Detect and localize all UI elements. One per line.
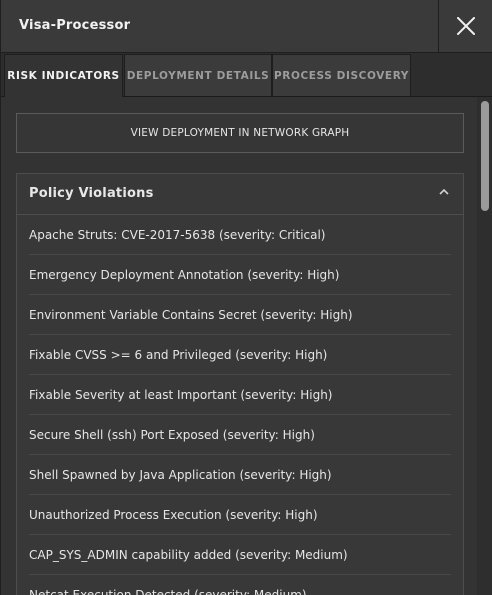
tab-content: VIEW DEPLOYMENT IN NETWORK GRAPH Policy …	[1, 97, 477, 595]
tab-risk-indicators[interactable]: RISK INDICATORS	[4, 54, 123, 97]
tab-deployment-details[interactable]: DEPLOYMENT DETAILS	[124, 54, 272, 96]
list-item: Fixable Severity at least Important (sev…	[29, 375, 451, 415]
panel-header: Visa-Processor	[1, 0, 492, 53]
list-item: Unauthorized Process Execution (severity…	[29, 495, 451, 535]
list-item: CAP_SYS_ADMIN capability added (severity…	[29, 535, 451, 575]
tab-process-discovery[interactable]: PROCESS DISCOVERY	[272, 54, 411, 96]
view-deployment-network-graph-button[interactable]: VIEW DEPLOYMENT IN NETWORK GRAPH	[16, 113, 464, 153]
chevron-up-icon	[439, 188, 449, 195]
policy-violations-header[interactable]: Policy Violations	[17, 174, 463, 215]
policy-violations-title: Policy Violations	[29, 186, 154, 201]
policy-violations-list: Apache Struts: CVE-2017-5638 (severity: …	[17, 215, 463, 595]
scrollbar[interactable]	[477, 97, 492, 595]
scrollbar-thumb[interactable]	[481, 101, 489, 211]
list-item: Apache Struts: CVE-2017-5638 (severity: …	[29, 215, 451, 255]
close-button[interactable]	[438, 0, 492, 52]
close-icon	[457, 17, 475, 35]
list-item: Shell Spawned by Java Application (sever…	[29, 455, 451, 495]
list-item: Environment Variable Contains Secret (se…	[29, 295, 451, 335]
deployment-side-panel: Visa-Processor RISK INDICATORS DEPLOYMEN…	[0, 0, 492, 595]
list-item: Netcat Execution Detected (severity: Med…	[29, 575, 451, 595]
panel-title: Visa-Processor	[19, 18, 131, 33]
tab-bar: RISK INDICATORS DEPLOYMENT DETAILS PROCE…	[1, 53, 492, 97]
list-item: Fixable CVSS >= 6 and Privileged (severi…	[29, 335, 451, 375]
list-item: Emergency Deployment Annotation (severit…	[29, 255, 451, 295]
list-item: Secure Shell (ssh) Port Exposed (severit…	[29, 415, 451, 455]
policy-violations-card: Policy Violations Apache Struts: CVE-201…	[16, 173, 464, 595]
